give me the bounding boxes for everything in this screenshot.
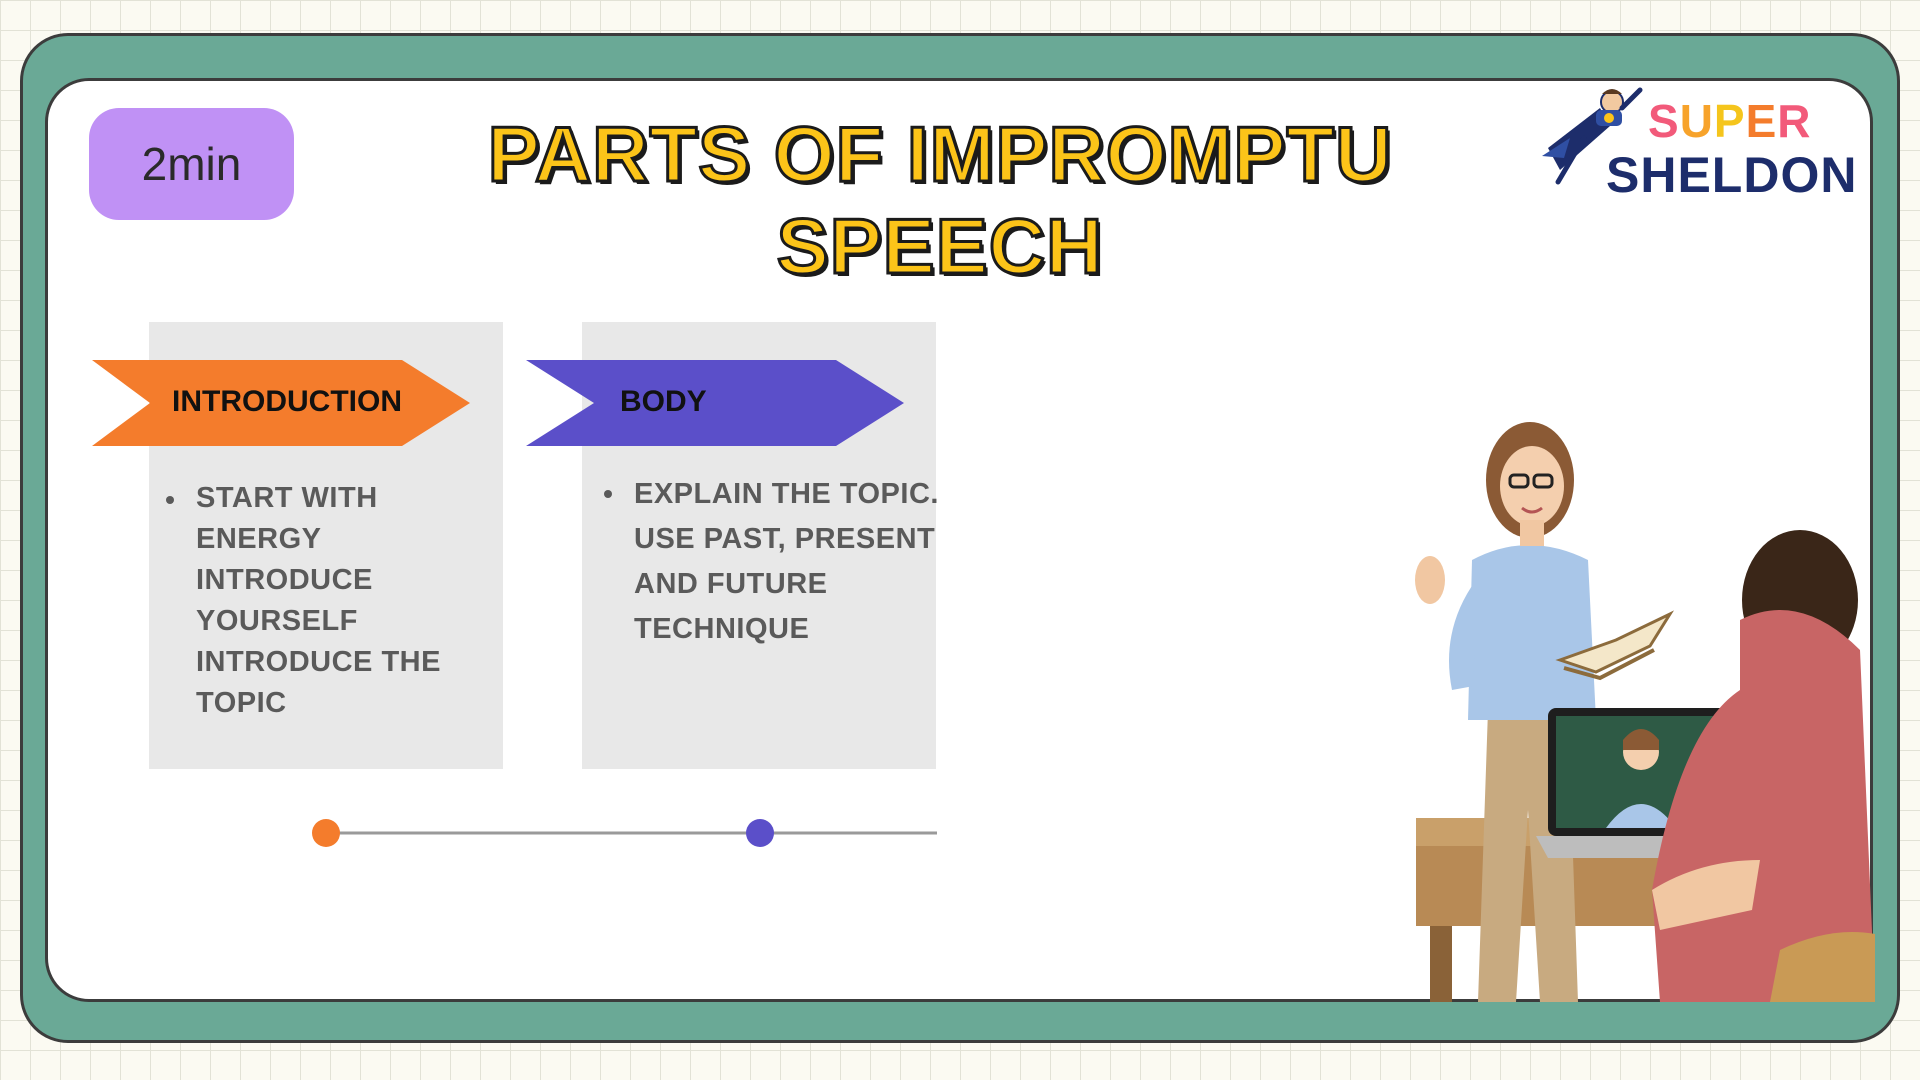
timer-label: 2min xyxy=(141,138,242,190)
super-sheldon-logo: SUPER SHELDON xyxy=(1540,78,1856,208)
slide-title: PARTS OF IMPROMPTU SPEECH xyxy=(440,108,1440,292)
introduction-bullet-list: START WITH ENERGY INTRODUCE YOURSELF INT… xyxy=(166,478,466,724)
logo-word-super: SUPER xyxy=(1648,95,1812,147)
introduction-bullet: START WITH ENERGY INTRODUCE YOURSELF INT… xyxy=(166,478,466,724)
body-bullet: EXPLAIN THE TOPIC. USE PAST, PRESENT AND… xyxy=(604,472,944,652)
timer-badge: 2min xyxy=(89,108,294,220)
body-arrow-banner xyxy=(526,360,904,446)
teacher-student-laptop-illustration xyxy=(1415,422,1875,1002)
title-line-1: PARTS OF IMPROMPTU xyxy=(486,109,1393,200)
body-bullet-list: EXPLAIN THE TOPIC. USE PAST, PRESENT AND… xyxy=(604,472,944,652)
logo-word-sheldon: SHELDON xyxy=(1606,147,1858,203)
title-line-2: SPEECH xyxy=(775,201,1104,292)
introduction-label: INTRODUCTION xyxy=(172,385,402,418)
body-label: BODY xyxy=(620,385,707,418)
